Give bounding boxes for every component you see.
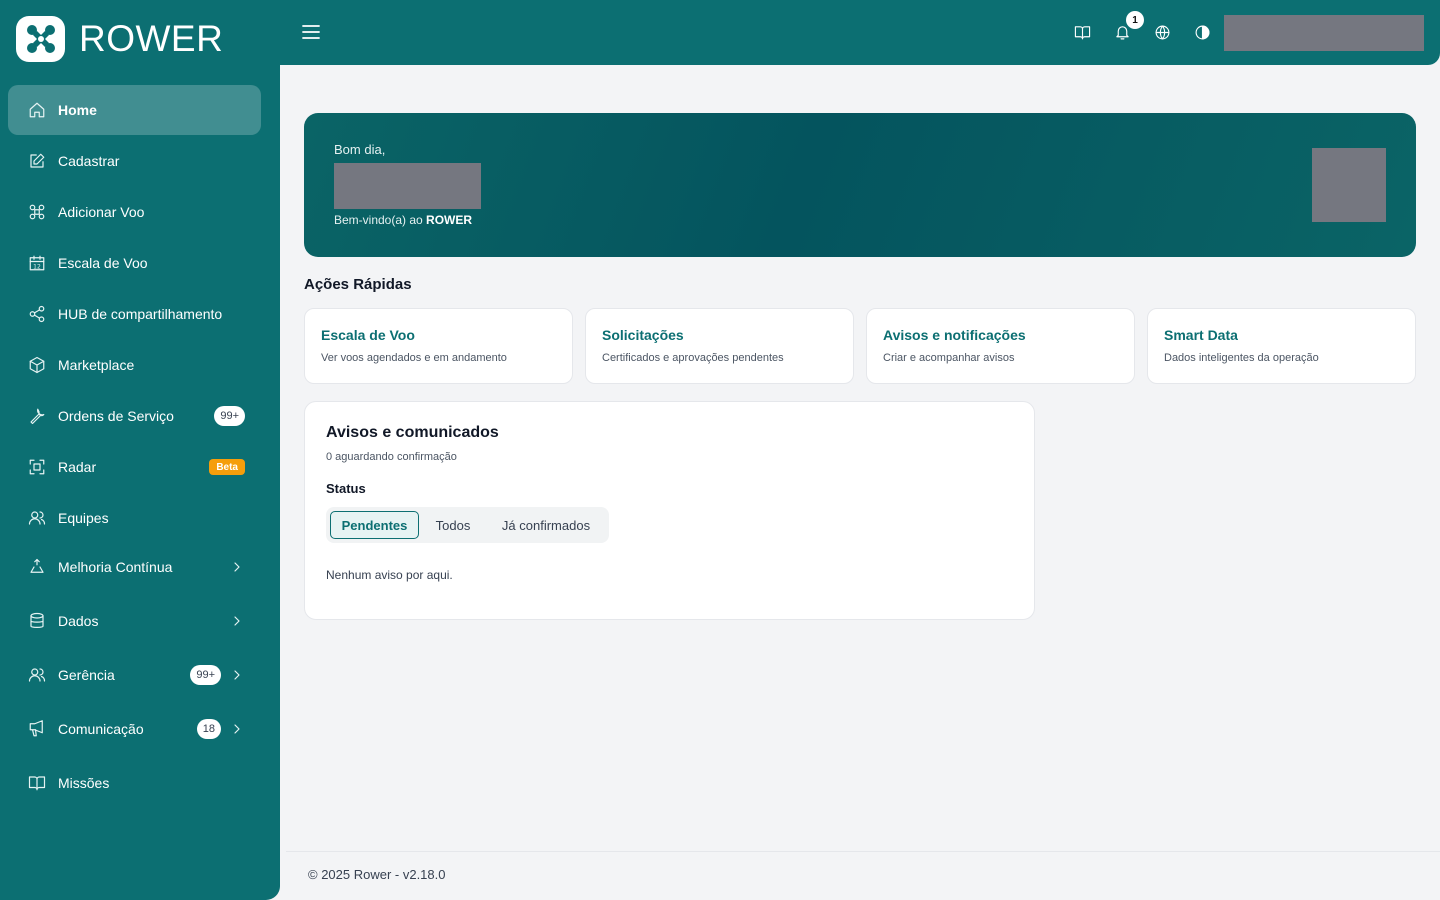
quick-action-title: Escala de Voo bbox=[321, 327, 415, 343]
welcome-prefix: Bem-vindo(a) ao bbox=[334, 213, 427, 227]
quick-action-title: Smart Data bbox=[1164, 327, 1238, 343]
quick-action-avisos[interactable]: Avisos e notificações Criar e acompanhar… bbox=[866, 308, 1135, 384]
menu-icon[interactable] bbox=[302, 24, 320, 40]
chevron-right-icon bbox=[229, 721, 245, 737]
count-badge: 99+ bbox=[214, 406, 245, 426]
notices-subtitle: 0 aguardando confirmação bbox=[326, 451, 457, 463]
beta-badge: Beta bbox=[209, 459, 245, 475]
greeting-text: Bom dia, bbox=[334, 142, 386, 157]
drone-icon bbox=[28, 203, 46, 221]
sidebar-item-label: Ordens de Serviço bbox=[58, 408, 174, 424]
sidebar-item-home[interactable]: Home bbox=[8, 85, 261, 135]
book-icon[interactable] bbox=[1074, 24, 1091, 41]
scan-icon bbox=[28, 458, 46, 476]
wrench-icon bbox=[28, 407, 46, 425]
quick-action-desc: Ver voos agendados e em andamento bbox=[321, 352, 507, 364]
sidebar-item-marketplace[interactable]: Marketplace bbox=[8, 340, 261, 390]
welcome-brand: ROWER bbox=[426, 213, 473, 227]
footer-divider bbox=[286, 851, 1440, 852]
book-icon bbox=[28, 774, 46, 792]
calendar-icon: 12 bbox=[28, 254, 46, 272]
notification-count-badge: 1 bbox=[1126, 11, 1144, 29]
svg-text:12: 12 bbox=[33, 263, 41, 270]
users-icon bbox=[28, 666, 46, 684]
quick-actions-title: Ações Rápidas bbox=[304, 276, 412, 293]
users-icon bbox=[28, 509, 46, 527]
welcome-banner: Bom dia, Bem-vindo(a) ao ROWER bbox=[304, 113, 1416, 257]
quick-action-smart-data[interactable]: Smart Data Dados inteligentes da operaçã… bbox=[1147, 308, 1416, 384]
welcome-text: Bem-vindo(a) ao ROWER bbox=[334, 213, 472, 227]
megaphone-icon bbox=[28, 720, 46, 738]
sidebar-item-label: HUB de compartilhamento bbox=[58, 306, 223, 322]
contrast-icon[interactable] bbox=[1194, 24, 1211, 41]
sidebar-item-ordens-de-servico[interactable]: Ordens de Serviço 99+ bbox=[8, 391, 261, 441]
sidebar-item-label: Equipes bbox=[58, 510, 109, 526]
share-icon bbox=[28, 305, 46, 323]
sidebar-item-label: Missões bbox=[58, 775, 110, 791]
drone-logo-icon bbox=[16, 16, 65, 62]
sidebar-item-missoes[interactable]: Missões bbox=[8, 758, 261, 808]
footer-text: © 2025 Rower - v2.18.0 bbox=[308, 867, 446, 882]
sidebar: ROWER Home Cadastrar Adicionar Voo 12 Es… bbox=[0, 0, 280, 900]
sidebar-item-label: Adicionar Voo bbox=[58, 204, 145, 220]
sidebar-item-label: Marketplace bbox=[58, 357, 135, 373]
quick-action-desc: Criar e acompanhar avisos bbox=[883, 352, 1015, 364]
quick-action-title: Solicitações bbox=[602, 327, 684, 343]
sidebar-item-label: Dados bbox=[58, 613, 99, 629]
quick-action-desc: Certificados e aprovações pendentes bbox=[602, 352, 784, 364]
recycle-icon bbox=[28, 558, 46, 576]
sidebar-item-dados[interactable]: Dados bbox=[8, 596, 261, 646]
sidebar-item-cadastrar[interactable]: Cadastrar bbox=[8, 136, 261, 186]
status-filter: Pendentes Todos Já confirmados bbox=[326, 507, 609, 543]
tab-todos[interactable]: Todos bbox=[423, 511, 483, 539]
user-name-redacted bbox=[334, 163, 481, 209]
sidebar-item-hub[interactable]: HUB de compartilhamento bbox=[8, 289, 261, 339]
home-icon bbox=[28, 101, 46, 119]
brand-name: ROWER bbox=[79, 18, 224, 59]
chevron-right-icon bbox=[229, 667, 245, 683]
sidebar-item-label: Gerência bbox=[58, 667, 115, 683]
quick-action-solicitacoes[interactable]: Solicitações Certificados e aprovações p… bbox=[585, 308, 854, 384]
empty-state: Nenhum aviso por aqui. bbox=[326, 568, 453, 582]
sidebar-item-label: Radar bbox=[58, 459, 97, 475]
edit-icon bbox=[28, 152, 46, 170]
notices-title: Avisos e comunicados bbox=[326, 424, 499, 441]
sidebar-item-adicionar-voo[interactable]: Adicionar Voo bbox=[8, 187, 261, 237]
quick-action-desc: Dados inteligentes da operação bbox=[1164, 352, 1319, 364]
sidebar-item-label: Melhoria Contínua bbox=[58, 559, 173, 575]
sidebar-item-label: Comunicação bbox=[58, 721, 144, 737]
sidebar-item-label: Escala de Voo bbox=[58, 255, 148, 271]
quick-action-escala-de-voo[interactable]: Escala de Voo Ver voos agendados e em an… bbox=[304, 308, 573, 384]
status-label: Status bbox=[326, 481, 366, 496]
chevron-right-icon bbox=[229, 613, 245, 629]
box-icon bbox=[28, 356, 46, 374]
chevron-right-icon bbox=[229, 559, 245, 575]
brand-logo[interactable]: ROWER bbox=[16, 16, 223, 62]
tab-pendentes[interactable]: Pendentes bbox=[330, 511, 419, 539]
sidebar-item-label: Home bbox=[58, 102, 97, 118]
user-profile-redacted[interactable] bbox=[1224, 15, 1424, 51]
sidebar-item-escala-de-voo[interactable]: 12 Escala de Voo bbox=[8, 238, 261, 288]
sidebar-item-label: Cadastrar bbox=[58, 153, 120, 169]
count-badge: 18 bbox=[196, 719, 221, 739]
notices-card: Avisos e comunicados 0 aguardando confir… bbox=[304, 401, 1035, 620]
sidebar-item-gerencia[interactable]: Gerência 99+ bbox=[8, 650, 261, 700]
avatar bbox=[1312, 148, 1386, 222]
top-bar: 1 bbox=[280, 0, 1440, 65]
sidebar-item-melhoria-continua[interactable]: Melhoria Contínua bbox=[8, 542, 261, 592]
sidebar-item-equipes[interactable]: Equipes bbox=[8, 493, 261, 543]
count-badge: 99+ bbox=[190, 665, 221, 685]
quick-action-title: Avisos e notificações bbox=[883, 327, 1026, 343]
tab-ja-confirmados[interactable]: Já confirmados bbox=[487, 511, 605, 539]
globe-icon[interactable] bbox=[1154, 24, 1171, 41]
sidebar-item-comunicacao[interactable]: Comunicação 18 bbox=[8, 704, 261, 754]
sidebar-item-radar[interactable]: Radar Beta bbox=[8, 442, 261, 492]
database-icon bbox=[28, 612, 46, 630]
